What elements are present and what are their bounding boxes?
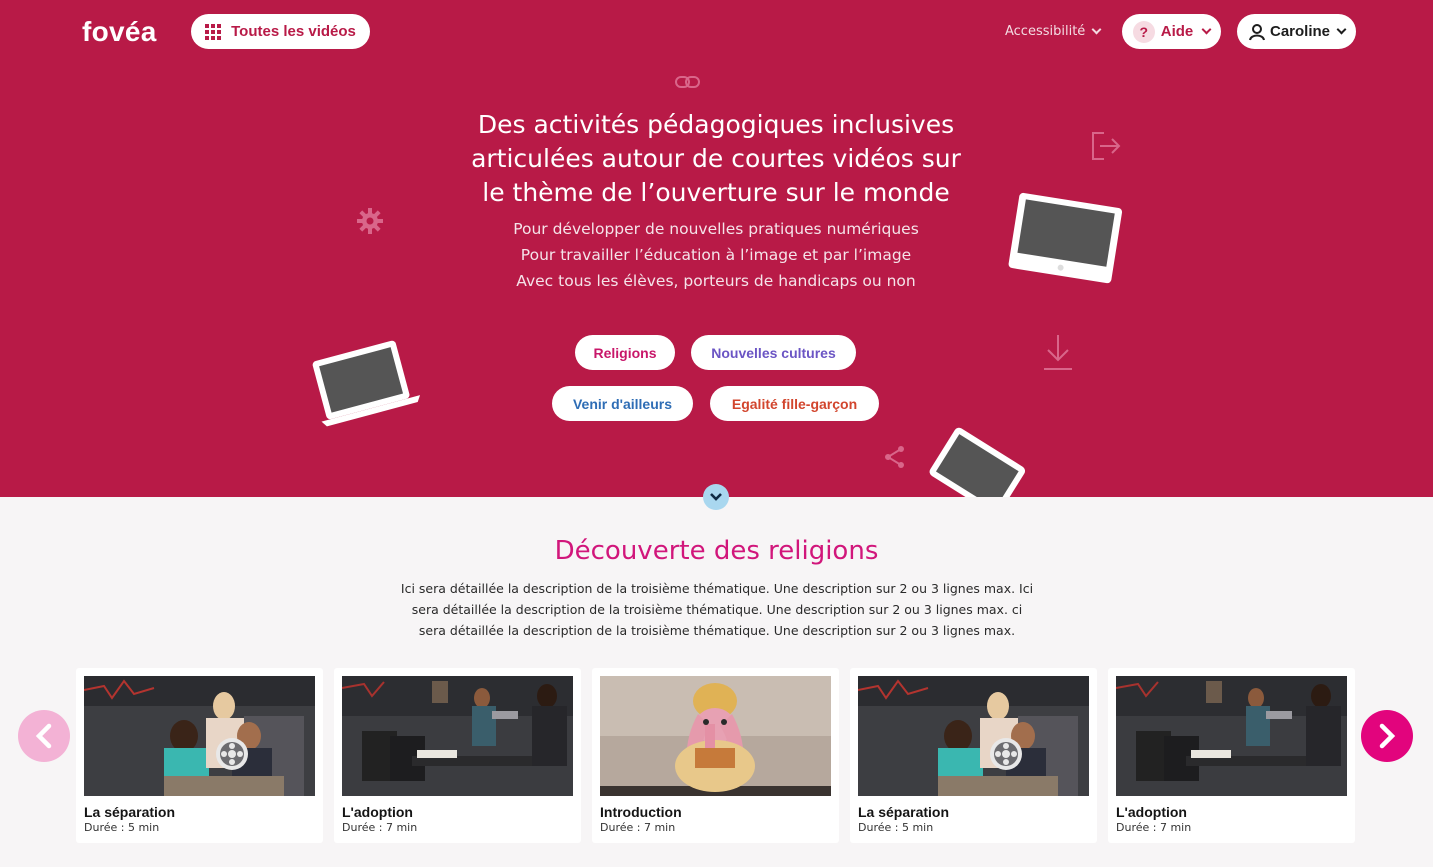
section-desc-line: Ici sera détaillée la description de la …	[400, 581, 1034, 596]
film-reel-icon	[990, 738, 1022, 770]
video-card[interactable]: Introduction Durée : 7 min	[592, 668, 839, 843]
download-icon	[1044, 335, 1072, 370]
hero-title: Des activités pédagogiques inclusives ar…	[436, 108, 996, 210]
video-title: La séparation	[858, 804, 950, 820]
tag-religions-button[interactable]: Religions	[575, 335, 675, 370]
fovea-logo[interactable]: fovéa	[82, 16, 157, 48]
link-icon	[675, 76, 700, 88]
carousel-prev-button[interactable]	[18, 710, 70, 762]
video-card[interactable]: La séparation Durée : 5 min	[850, 668, 1097, 843]
user-menu-button[interactable]: Caroline	[1237, 14, 1356, 49]
video-thumbnail	[600, 676, 831, 796]
chevron-down-icon	[1201, 24, 1212, 35]
hero-sub-line: Pour développer de nouvelles pratiques n…	[513, 220, 919, 238]
hero-sub-line: Avec tous les élèves, porteurs de handic…	[516, 272, 916, 290]
chevron-down-icon	[1336, 24, 1347, 35]
share-icon	[885, 446, 904, 468]
tablet-icon	[929, 427, 1026, 497]
chevron-down-icon	[1091, 24, 1102, 35]
grid-icon	[205, 23, 222, 40]
video-duration: Durée : 5 min	[84, 821, 160, 834]
accessibility-menu[interactable]: Accessibilité	[1005, 24, 1102, 39]
video-duration: Durée : 7 min	[342, 821, 418, 834]
video-title: L'adoption	[1116, 804, 1187, 820]
section-title: Découverte des religions	[554, 536, 879, 566]
video-duration: Durée : 5 min	[858, 821, 934, 834]
film-reel-icon	[216, 738, 248, 770]
logout-icon	[1092, 132, 1121, 160]
section-desc-line: sera détaillée la description de la troi…	[411, 602, 1023, 617]
carousel-next-button[interactable]	[1361, 710, 1413, 762]
video-title: La séparation	[84, 804, 176, 820]
hero-sub-line: Pour travailler l’éducation à l’image et…	[520, 246, 912, 264]
user-icon	[1248, 23, 1265, 40]
video-title: L'adoption	[342, 804, 413, 820]
tag-nouvelles-cultures-button[interactable]: Nouvelles cultures	[691, 335, 856, 370]
all-videos-button[interactable]: Toutes les vidéos	[191, 14, 370, 49]
section-description: Ici sera détaillée la description de la …	[392, 578, 1042, 641]
video-thumbnail	[84, 676, 315, 796]
tag-venir-dailleurs-button[interactable]: Venir d'ailleurs	[552, 386, 693, 421]
hero-subtitle: Pour développer de nouvelles pratiques n…	[436, 216, 996, 294]
section-desc-line: sera détaillée la description de la troi…	[418, 623, 1016, 638]
hero-title-line: Des activités pédagogiques inclusives	[477, 110, 955, 139]
help-menu-button[interactable]: ? Aide	[1122, 14, 1221, 49]
video-duration: Durée : 7 min	[600, 821, 676, 834]
video-duration: Durée : 7 min	[1116, 821, 1192, 834]
hero-title-line: le thème de l’ouverture sur le monde	[482, 178, 950, 207]
tag-egalite-button[interactable]: Egalité fille-garçon	[710, 386, 879, 421]
help-label: Aide	[1160, 23, 1194, 40]
chevron-right-icon	[1379, 723, 1396, 749]
video-thumbnail	[342, 676, 573, 796]
gear-icon	[357, 208, 383, 234]
hero-section: fovéa Toutes les vidéos Accessibilité ? …	[0, 0, 1433, 497]
chevron-left-icon	[35, 723, 52, 749]
video-title: Introduction	[600, 804, 682, 820]
accessibility-label: Accessibilité	[1005, 24, 1086, 39]
video-card[interactable]: L'adoption Durée : 7 min	[1108, 668, 1355, 843]
video-thumbnail	[858, 676, 1089, 796]
video-card[interactable]: La séparation Durée : 5 min	[76, 668, 323, 843]
user-label: Caroline	[1269, 23, 1330, 40]
laptop-icon	[312, 340, 421, 427]
video-card[interactable]: L'adoption Durée : 7 min	[334, 668, 581, 843]
monitor-icon	[1008, 192, 1123, 284]
hero-title-line: articulées autour de courtes vidéos sur	[471, 144, 961, 173]
video-thumbnail	[1116, 676, 1347, 796]
all-videos-label: Toutes les vidéos	[231, 23, 356, 40]
scroll-down-button[interactable]	[703, 484, 729, 510]
scroll-down-icon	[710, 493, 722, 501]
question-icon: ?	[1132, 20, 1155, 43]
